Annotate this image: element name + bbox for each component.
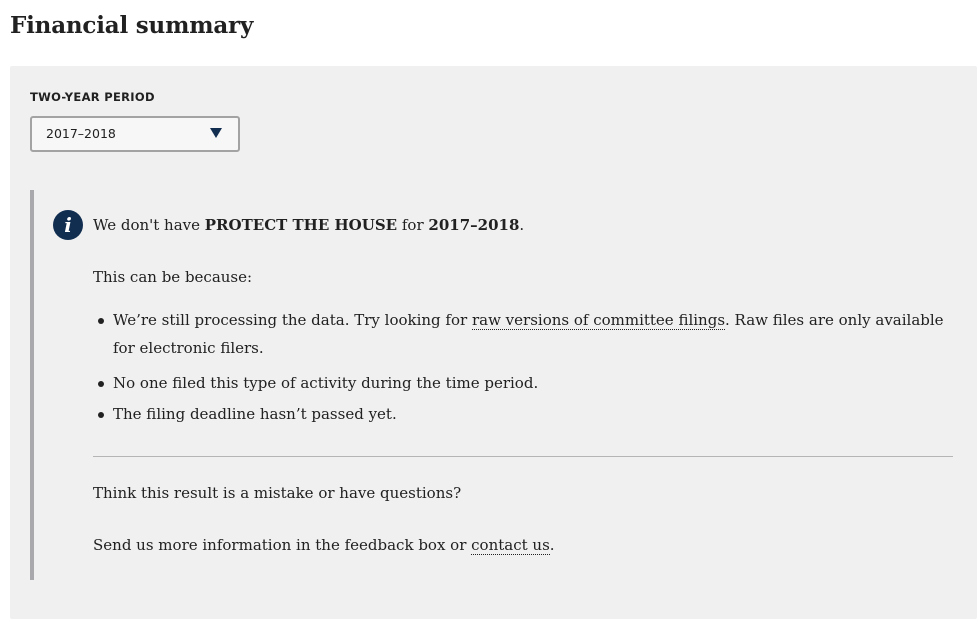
info-icon: i	[53, 210, 83, 240]
notice-intro-prefix: We don't have	[93, 216, 205, 234]
reason-deadline: The filing deadline hasn’t passed yet.	[93, 404, 953, 424]
contact-us-link[interactable]: contact us	[471, 536, 550, 555]
notice-headline: We don't have PROTECT THE HOUSE for 2017…	[93, 215, 524, 235]
selected-period-value: 2017–2018	[46, 126, 116, 141]
two-year-period-label: TWO-YEAR PERIOD	[30, 90, 155, 104]
reason-processing: We’re still processing the data. Try loo…	[93, 306, 953, 362]
financial-summary-panel: TWO-YEAR PERIOD 2017–2018 i We don't hav…	[10, 66, 977, 619]
contact-prefix: Send us more information in the feedback…	[93, 536, 472, 554]
page-title: Financial summary	[10, 12, 254, 39]
notice-divider	[93, 456, 953, 457]
notice-period: 2017–2018	[428, 216, 520, 234]
chevron-down-icon	[210, 128, 222, 138]
committee-name: PROTECT THE HOUSE	[204, 216, 398, 234]
missing-data-notice: i We don't have PROTECT THE HOUSE for 20…	[30, 190, 960, 580]
two-year-period-select[interactable]: 2017–2018	[30, 116, 240, 152]
reason-list: We’re still processing the data. Try loo…	[93, 306, 953, 435]
notice-intro-middle: for	[397, 216, 429, 234]
contact-suffix: .	[549, 536, 555, 554]
mistake-question: Think this result is a mistake or have q…	[93, 484, 462, 502]
reason-no-activity: No one filed this type of activity durin…	[93, 373, 953, 393]
contact-text: Send us more information in the feedback…	[93, 535, 555, 555]
because-text: This can be because:	[93, 268, 253, 286]
raw-filings-link[interactable]: raw versions of committee filings	[471, 311, 726, 330]
reason-processing-prefix: We’re still processing the data. Try loo…	[113, 311, 472, 329]
notice-intro-suffix: .	[519, 216, 525, 234]
